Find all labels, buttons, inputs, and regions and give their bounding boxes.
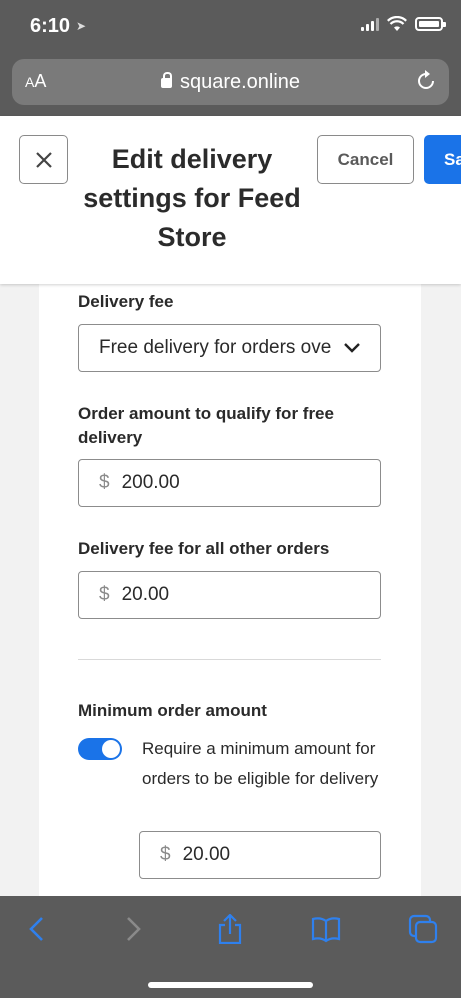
tabs-icon[interactable] (408, 914, 438, 944)
cancel-button[interactable]: Cancel (317, 135, 414, 184)
delivery-fee-label: Delivery fee (78, 292, 174, 311)
minimum-order-toggle-text: Require a minimum amount for orders to b… (142, 739, 379, 788)
back-icon[interactable] (22, 914, 52, 944)
modal-header: Edit delivery settings for Feed Store Ca… (0, 116, 461, 284)
delivery-settings-card: Delivery fee Free delivery for orders ov… (39, 284, 421, 896)
other-fee-value: 20.00 (121, 584, 170, 605)
wifi-icon (387, 16, 407, 31)
bookmarks-icon[interactable] (311, 914, 341, 944)
currency-symbol: $ (99, 472, 110, 493)
close-icon (35, 151, 52, 168)
toggle-knob (102, 740, 120, 758)
lock-icon (160, 72, 172, 88)
qualify-amount-label: Order amount to qualify for free deliver… (78, 404, 334, 447)
minimum-order-label: Minimum order amount (78, 701, 267, 720)
url-text: square.online (179, 71, 301, 93)
minimum-order-input[interactable]: $ 20.00 (139, 831, 381, 879)
minimum-order-toggle[interactable] (78, 738, 122, 760)
other-fee-label: Delivery fee for all other orders (78, 539, 330, 558)
currency-symbol: $ (99, 584, 110, 605)
delivery-fee-selected-value: Free delivery for orders over (99, 337, 331, 358)
minimum-order-value: 20.00 (182, 844, 231, 865)
delivery-fee-select[interactable]: Free delivery for orders over (78, 324, 381, 372)
save-button[interactable]: Sa (424, 135, 461, 184)
status-indicators (361, 16, 446, 32)
page-title: Edit delivery settings for Feed Store (83, 144, 301, 252)
qualify-amount-value: 200.00 (121, 472, 180, 493)
currency-symbol: $ (160, 844, 171, 865)
status-bar: 6:10 ➤ (0, 0, 461, 52)
reload-icon[interactable] (415, 70, 437, 92)
other-fee-input[interactable]: $ 20.00 (78, 571, 381, 619)
url-display[interactable]: square.online (12, 71, 449, 94)
home-indicator (148, 982, 313, 988)
qualify-amount-input[interactable]: $ 200.00 (78, 459, 381, 507)
forward-icon[interactable] (118, 914, 148, 944)
address-bar[interactable]: AA square.online (12, 59, 449, 105)
chevron-down-icon (344, 343, 360, 353)
close-button[interactable] (19, 135, 68, 184)
browser-chrome: AA square.online (0, 52, 461, 116)
share-icon[interactable] (215, 914, 245, 944)
location-arrow-icon: ➤ (76, 19, 87, 33)
section-divider (78, 659, 381, 660)
battery-icon (415, 17, 446, 31)
status-time: 6:10 (30, 15, 71, 37)
cellular-signal-icon (361, 17, 379, 31)
